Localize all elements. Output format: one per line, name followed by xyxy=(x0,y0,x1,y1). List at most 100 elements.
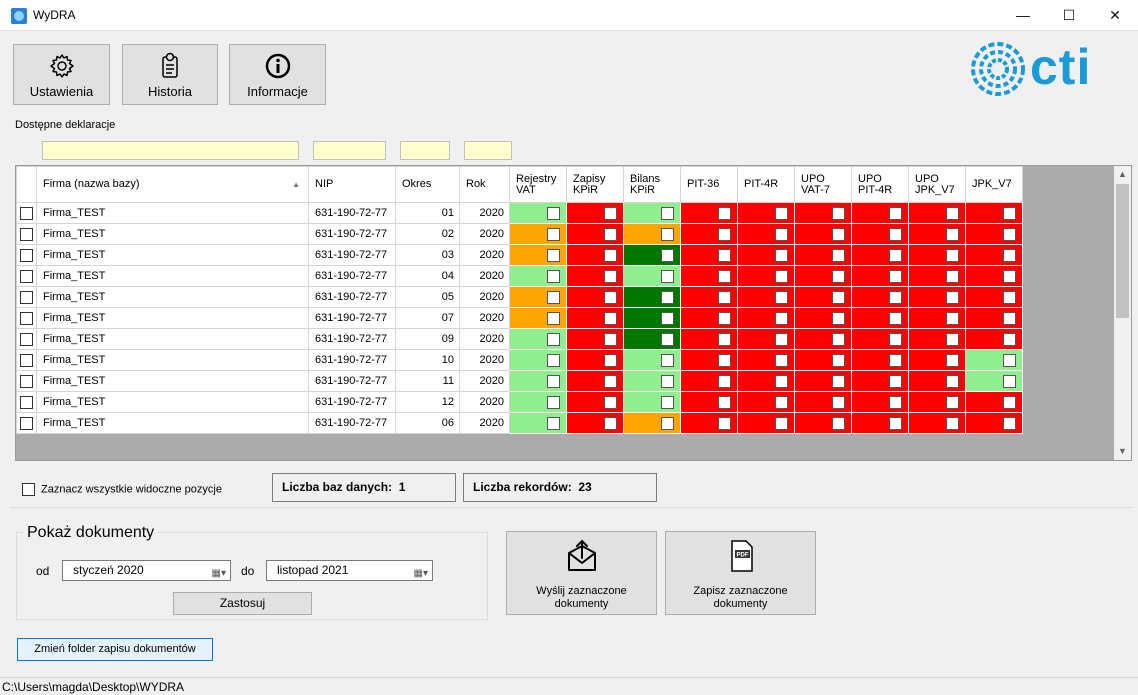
status-cell[interactable] xyxy=(965,412,1023,434)
status-cell[interactable] xyxy=(737,349,795,371)
status-checkbox[interactable] xyxy=(889,332,902,346)
status-cell[interactable] xyxy=(965,265,1023,287)
status-checkbox[interactable] xyxy=(832,206,845,220)
status-cell[interactable] xyxy=(509,265,567,287)
status-cell[interactable] xyxy=(794,370,852,392)
status-cell[interactable] xyxy=(509,370,567,392)
status-cell[interactable] xyxy=(509,202,567,224)
status-checkbox[interactable] xyxy=(718,332,731,346)
status-checkbox[interactable] xyxy=(1003,227,1016,241)
calendar-dropdown-icon[interactable]: ▦▾ xyxy=(414,564,428,583)
status-checkbox[interactable] xyxy=(718,416,731,430)
status-cell[interactable] xyxy=(566,307,624,329)
status-checkbox[interactable] xyxy=(889,395,902,409)
status-cell[interactable] xyxy=(794,328,852,350)
status-cell[interactable] xyxy=(965,370,1023,392)
table-row[interactable]: Firma_TEST 631-190-72-77 12 2020 xyxy=(16,391,1023,413)
status-cell[interactable] xyxy=(680,307,738,329)
status-checkbox[interactable] xyxy=(946,248,959,262)
grid-col-header[interactable]: Okres xyxy=(395,166,460,203)
status-checkbox[interactable] xyxy=(547,395,560,409)
status-checkbox[interactable] xyxy=(604,353,617,367)
status-checkbox[interactable] xyxy=(889,416,902,430)
status-cell[interactable] xyxy=(623,286,681,308)
status-checkbox[interactable] xyxy=(832,311,845,325)
status-cell[interactable] xyxy=(908,286,966,308)
filter-rok-input[interactable] xyxy=(464,141,512,160)
row-checkbox[interactable] xyxy=(20,416,33,430)
grid-col-header[interactable]: Rejestry VAT xyxy=(509,166,567,203)
status-checkbox[interactable] xyxy=(1003,206,1016,220)
status-checkbox[interactable] xyxy=(889,206,902,220)
status-checkbox[interactable] xyxy=(889,311,902,325)
status-cell[interactable] xyxy=(794,223,852,245)
status-checkbox[interactable] xyxy=(775,227,788,241)
status-cell[interactable] xyxy=(623,349,681,371)
status-cell[interactable] xyxy=(965,349,1023,371)
status-checkbox[interactable] xyxy=(946,311,959,325)
status-cell[interactable] xyxy=(908,349,966,371)
status-cell[interactable] xyxy=(737,370,795,392)
status-checkbox[interactable] xyxy=(718,395,731,409)
status-cell[interactable] xyxy=(908,244,966,266)
status-cell[interactable] xyxy=(851,244,909,266)
status-checkbox[interactable] xyxy=(832,353,845,367)
row-select-cell[interactable] xyxy=(16,391,37,413)
status-cell[interactable] xyxy=(623,307,681,329)
history-button[interactable]: Historia xyxy=(122,44,218,105)
status-checkbox[interactable] xyxy=(718,290,731,304)
grid-col-header[interactable]: NIP xyxy=(308,166,396,203)
row-select-cell[interactable] xyxy=(16,244,37,266)
status-checkbox[interactable] xyxy=(718,227,731,241)
status-checkbox[interactable] xyxy=(775,206,788,220)
row-select-cell[interactable] xyxy=(16,286,37,308)
status-checkbox[interactable] xyxy=(1003,374,1016,388)
status-checkbox[interactable] xyxy=(604,248,617,262)
status-cell[interactable] xyxy=(509,328,567,350)
status-cell[interactable] xyxy=(623,412,681,434)
status-cell[interactable] xyxy=(509,412,567,434)
status-checkbox[interactable] xyxy=(547,290,560,304)
status-checkbox[interactable] xyxy=(889,269,902,283)
grid-col-header[interactable]: UPO VAT-7 xyxy=(794,166,852,203)
status-cell[interactable] xyxy=(737,307,795,329)
status-cell[interactable] xyxy=(851,286,909,308)
date-from-picker[interactable]: styczeń 2020 ▦▾ xyxy=(62,560,231,581)
filter-nip-input[interactable] xyxy=(313,141,386,160)
filter-okres-input[interactable] xyxy=(400,141,450,160)
status-checkbox[interactable] xyxy=(946,353,959,367)
status-cell[interactable] xyxy=(509,223,567,245)
status-checkbox[interactable] xyxy=(718,311,731,325)
row-checkbox[interactable] xyxy=(20,311,33,325)
status-cell[interactable] xyxy=(737,328,795,350)
table-row[interactable]: Firma_TEST 631-190-72-77 11 2020 xyxy=(16,370,1023,392)
status-checkbox[interactable] xyxy=(547,374,560,388)
status-checkbox[interactable] xyxy=(661,227,674,241)
row-select-cell[interactable] xyxy=(16,202,37,224)
row-checkbox[interactable] xyxy=(20,248,33,262)
status-cell[interactable] xyxy=(851,265,909,287)
status-checkbox[interactable] xyxy=(547,206,560,220)
row-select-cell[interactable] xyxy=(16,349,37,371)
grid-col-header[interactable]: Firma (nazwa bazy) ▲ xyxy=(36,166,309,203)
status-cell[interactable] xyxy=(965,307,1023,329)
grid-col-header[interactable]: PIT-4R xyxy=(737,166,795,203)
grid-col-header[interactable] xyxy=(16,166,37,203)
status-checkbox[interactable] xyxy=(661,206,674,220)
status-cell[interactable] xyxy=(509,307,567,329)
settings-button[interactable]: Ustawienia xyxy=(13,44,110,105)
grid-col-header[interactable]: PIT-36 xyxy=(680,166,738,203)
status-cell[interactable] xyxy=(680,202,738,224)
status-checkbox[interactable] xyxy=(718,374,731,388)
status-checkbox[interactable] xyxy=(946,395,959,409)
row-select-cell[interactable] xyxy=(16,265,37,287)
status-cell[interactable] xyxy=(566,286,624,308)
status-checkbox[interactable] xyxy=(547,353,560,367)
row-checkbox[interactable] xyxy=(20,395,33,409)
status-checkbox[interactable] xyxy=(775,353,788,367)
scroll-down-icon[interactable]: ▼ xyxy=(1114,443,1131,460)
status-checkbox[interactable] xyxy=(718,269,731,283)
row-checkbox[interactable] xyxy=(20,332,33,346)
status-cell[interactable] xyxy=(851,202,909,224)
status-cell[interactable] xyxy=(680,391,738,413)
